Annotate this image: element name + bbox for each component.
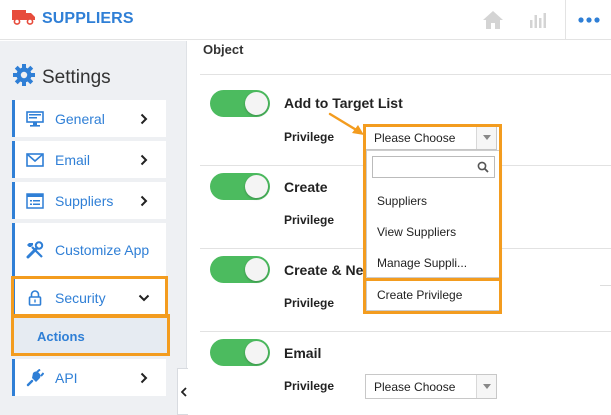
sidebar-item-api[interactable]: API	[12, 359, 166, 396]
sidebar-item-security[interactable]: Security	[12, 279, 166, 316]
gear-icon	[12, 63, 36, 92]
toggle-add-to-target-list[interactable]	[210, 90, 270, 117]
row-title: Create	[284, 179, 328, 195]
chevron-right-icon	[136, 152, 152, 168]
home-icon[interactable]	[480, 0, 506, 40]
settings-sidebar: Settings General Email Suppliers Customi…	[0, 41, 187, 415]
select-value: Please Choose	[374, 130, 456, 145]
select-value: Please Choose	[374, 379, 456, 394]
chevron-right-icon	[136, 193, 152, 209]
chevron-left-icon	[181, 386, 187, 397]
toggle-create[interactable]	[210, 173, 270, 200]
sidebar-item-label: Security	[55, 289, 106, 306]
sidebar-item-label: General	[55, 110, 105, 127]
brand: SUPPLIERS	[12, 7, 134, 30]
annotation-arrow-icon	[328, 112, 364, 135]
chevron-right-icon	[136, 370, 152, 386]
settings-title: Settings	[42, 66, 111, 88]
toggle-knob	[245, 258, 268, 281]
dropdown-option[interactable]: Suppliers	[377, 194, 427, 208]
sidebar-item-suppliers[interactable]: Suppliers	[12, 182, 166, 219]
toggle-knob	[245, 92, 268, 115]
lock-icon	[25, 288, 45, 308]
toggle-email[interactable]	[210, 339, 270, 366]
chevron-down-icon	[136, 290, 152, 306]
privilege-dropdown: Suppliers View Suppliers Manage Suppli..…	[366, 150, 500, 278]
privilege-label: Privilege	[284, 213, 335, 227]
more-icon[interactable]	[566, 0, 611, 40]
chevron-right-icon	[136, 111, 152, 127]
sidebar-item-label: Customize App	[55, 242, 150, 258]
row-divider	[200, 331, 611, 332]
sidebar-item-general[interactable]: General	[12, 100, 166, 137]
privilege-select-email[interactable]: Please Choose	[365, 374, 497, 399]
privilege-select-add-to-target-list[interactable]: Please Choose	[365, 125, 497, 150]
sidebar-subitem-actions[interactable]: Actions	[12, 318, 168, 355]
row-title: Create & Ne	[284, 262, 364, 278]
section-title: Object	[203, 42, 244, 57]
envelope-icon	[25, 150, 45, 170]
dropdown-option-label: Create Privilege	[377, 288, 463, 302]
toggle-knob	[245, 341, 268, 364]
privilege-label: Privilege	[284, 130, 335, 144]
sidebar-item-label: Email	[55, 151, 91, 168]
toggle-create-and-new[interactable]	[210, 256, 270, 283]
sidebar-item-label: Actions	[37, 329, 85, 344]
caret-down-icon	[476, 375, 496, 398]
top-bar: SUPPLIERS	[0, 0, 611, 40]
toggle-knob	[245, 175, 268, 198]
plug-icon	[25, 368, 45, 388]
bar-chart-icon[interactable]	[527, 0, 549, 40]
sidebar-item-label: Suppliers	[55, 192, 114, 209]
dropdown-search-input[interactable]	[372, 156, 495, 178]
privilege-label: Privilege	[284, 296, 335, 310]
scrollbar-divider	[600, 285, 611, 286]
dropdown-option[interactable]: Manage Suppli...	[377, 256, 467, 270]
dropdown-option[interactable]: View Suppliers	[377, 225, 456, 239]
monitor-icon	[25, 109, 45, 129]
caret-down-icon	[476, 126, 496, 149]
sidebar-item-email[interactable]: Email	[12, 141, 166, 178]
sidebar-item-label: API	[55, 369, 78, 386]
app-title: SUPPLIERS	[42, 9, 134, 27]
row-divider	[200, 74, 611, 75]
settings-heading: Settings	[12, 63, 111, 92]
dropdown-option-create-privilege[interactable]: Create Privilege	[366, 279, 500, 311]
sidebar-item-customize-app[interactable]: Customize App	[12, 223, 166, 277]
row-title: Email	[284, 345, 322, 361]
truck-icon	[12, 7, 36, 30]
search-icon	[477, 161, 489, 173]
tools-icon	[25, 240, 45, 260]
privilege-label: Privilege	[284, 379, 335, 393]
list-window-icon	[25, 191, 45, 211]
row-title: Add to Target List	[284, 95, 403, 111]
